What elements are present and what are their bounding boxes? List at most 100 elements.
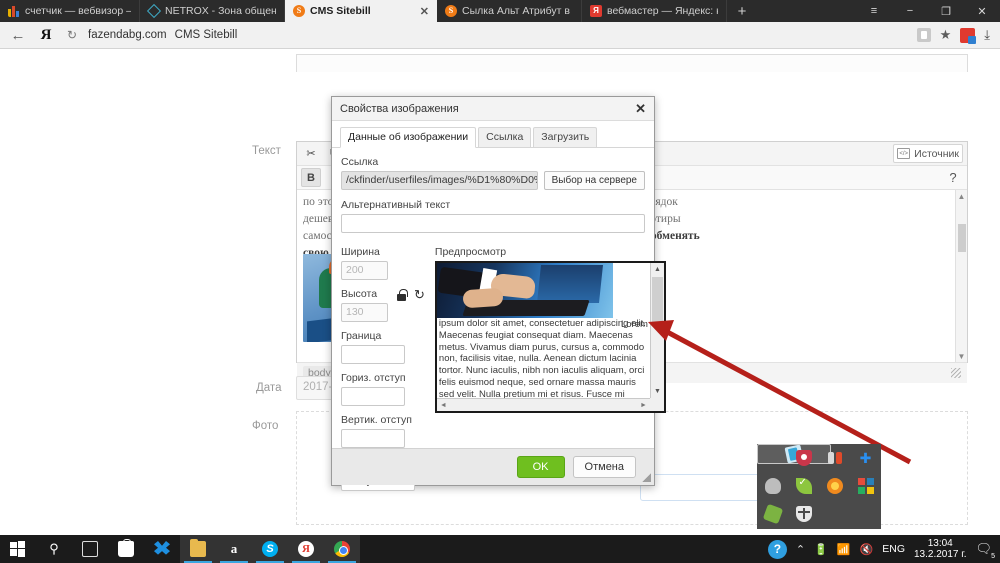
browser-tab-1-label: счетчик — вебвизор — Ян xyxy=(25,5,131,17)
volume-icon[interactable]: 🔇 xyxy=(860,543,874,556)
download-icon[interactable]: ⤓ xyxy=(984,27,990,43)
lock-ratio-icon[interactable] xyxy=(396,289,408,301)
vspace-input[interactable] xyxy=(341,429,405,448)
window-close-button[interactable]: ✕ xyxy=(964,0,1000,22)
start-button[interactable] xyxy=(0,535,36,563)
amazon-button[interactable]: a xyxy=(216,535,252,563)
preview-scroll-right-icon[interactable]: ► xyxy=(640,402,647,409)
dimensions-row: Ширина 200 Высота 130 ↻ xyxy=(341,246,425,330)
tray-item-green-app[interactable] xyxy=(757,500,788,528)
yandex-browser-button[interactable]: Я xyxy=(288,535,324,563)
width-label: Ширина xyxy=(341,246,380,258)
tray-flyout-panel: ✚ xyxy=(757,444,881,529)
preview-vertical-scrollbar[interactable]: ▲ ▼ xyxy=(649,263,664,398)
editor-scroll-thumb[interactable] xyxy=(958,224,966,252)
tray-item-office[interactable] xyxy=(850,472,881,500)
store-icon xyxy=(118,539,134,557)
back-icon[interactable]: ← xyxy=(8,27,28,44)
reload-icon[interactable]: ↻ xyxy=(64,28,80,42)
dropbox-button[interactable] xyxy=(144,535,180,563)
tray-item-cloud[interactable] xyxy=(757,472,788,500)
store-button[interactable] xyxy=(108,535,144,563)
editor-resize-handle[interactable] xyxy=(951,368,961,378)
search-button[interactable]: ⚲ xyxy=(36,535,72,563)
reset-size-icon[interactable]: ↻ xyxy=(414,288,425,301)
hspace-input[interactable] xyxy=(341,387,405,406)
tab-upload[interactable]: Загрузить xyxy=(533,127,598,147)
browser-menu-button[interactable]: ≡ xyxy=(856,0,892,22)
browse-server-button[interactable]: Выбор на сервере xyxy=(543,171,645,190)
tray-item-defender[interactable] xyxy=(788,500,819,528)
help-icon[interactable]: ? xyxy=(767,539,787,559)
wifi-icon[interactable]: 📶 xyxy=(837,543,851,556)
tab-image-info[interactable]: Данные об изображении xyxy=(340,127,477,148)
browser-tab-3-label: CMS Sitebill xyxy=(310,5,371,17)
browser-tab-1[interactable]: счетчик — вебвизор — Ян xyxy=(0,0,140,22)
notification-icon[interactable]: 🗨 5 xyxy=(975,541,995,560)
tray-item-bluetooth[interactable]: ✚ xyxy=(850,444,881,472)
border-input[interactable] xyxy=(341,345,405,364)
amazon-icon: a xyxy=(230,541,238,556)
preview-scroll-left-icon[interactable]: ◄ xyxy=(440,402,447,409)
bookmark-star-icon[interactable]: ★ xyxy=(940,27,952,43)
task-view-button[interactable] xyxy=(72,535,108,563)
preview-scroll-thumb[interactable] xyxy=(651,277,663,323)
browser-tab-5[interactable]: Я вебмастер — Яндекс: наш xyxy=(582,0,727,22)
tray-item-flower[interactable] xyxy=(819,472,850,500)
dialog-resize-grip[interactable] xyxy=(642,473,651,482)
preview-lorem-text: ipsum dolor sit amet, consectetuer adipi… xyxy=(438,318,646,398)
dialog-close-icon[interactable]: ✕ xyxy=(635,101,646,117)
extension-icon[interactable] xyxy=(960,27,977,44)
link-input[interactable]: /ckfinder/userfiles/images/%D1%80%D0% xyxy=(341,171,538,190)
scroll-up-icon[interactable]: ▲ xyxy=(956,190,967,202)
preview-scroll-down-icon[interactable]: ▼ xyxy=(651,385,664,398)
ok-button[interactable]: OK xyxy=(516,456,565,478)
chrome-button[interactable] xyxy=(324,535,360,563)
help-icon[interactable]: ? xyxy=(943,168,963,187)
link-field-label: Ссылка xyxy=(341,156,379,168)
skype-button[interactable]: S xyxy=(252,535,288,563)
close-icon[interactable]: ✕ xyxy=(416,5,429,18)
tray-item-leaf[interactable] xyxy=(788,472,819,500)
field-label-text: Текст xyxy=(252,145,281,157)
chevron-up-icon[interactable]: ⌃ xyxy=(796,543,805,556)
bold-button[interactable]: B xyxy=(301,168,321,187)
source-button[interactable]: </> Источник xyxy=(893,144,963,163)
tray-item-usb[interactable] xyxy=(819,444,850,472)
tab-link[interactable]: Ссылка xyxy=(478,127,532,147)
clock[interactable]: 13:04 13.2.2017 г. xyxy=(914,538,966,560)
minimize-button[interactable]: − xyxy=(892,0,928,22)
urlbar-actions: ★ ⤓ xyxy=(916,27,992,44)
alt-text-input[interactable] xyxy=(341,214,645,233)
hspace-group: Гориз. отступ xyxy=(341,372,425,406)
width-input[interactable]: 200 xyxy=(341,261,388,280)
diamond-favicon xyxy=(148,5,160,17)
editor-vertical-scrollbar[interactable]: ▲ ▼ xyxy=(955,190,967,362)
new-tab-button[interactable]: + xyxy=(727,0,757,22)
preview-horizontal-scrollbar[interactable]: ◄ ► xyxy=(436,398,650,411)
height-input[interactable]: 130 xyxy=(341,303,388,322)
skype-icon: S xyxy=(262,541,278,557)
battery-icon[interactable]: 🔋 xyxy=(814,543,828,556)
browser-tab-3-active[interactable]: S CMS Sitebill ✕ xyxy=(285,0,437,22)
cancel-button[interactable]: Отмена xyxy=(572,456,636,478)
cut-icon[interactable]: ✂ xyxy=(301,144,321,163)
maximize-button[interactable]: ❐ xyxy=(928,0,964,22)
dialog-titlebar[interactable]: Свойства изображения ✕ xyxy=(332,97,654,121)
clock-date: 13.2.2017 г. xyxy=(914,549,967,560)
scroll-down-icon[interactable]: ▼ xyxy=(956,350,967,362)
url-page-title[interactable]: CMS Sitebill xyxy=(175,29,238,41)
browser-tab-4[interactable]: S Сылка Альт Атрибут в адм xyxy=(437,0,582,22)
language-indicator[interactable]: ENG xyxy=(882,543,905,555)
vspace-group: Вертик. отступ xyxy=(341,414,425,448)
cloud-icon xyxy=(764,478,781,494)
preview-scroll-up-icon[interactable]: ▲ xyxy=(651,263,664,276)
file-explorer-button[interactable] xyxy=(180,535,216,563)
lock-icon[interactable] xyxy=(916,28,931,42)
sitebill-favicon: S xyxy=(445,5,457,17)
preview-scroll-corner xyxy=(649,398,664,411)
yandex-logo-icon[interactable]: Я xyxy=(36,27,56,44)
url-host[interactable]: fazendabg.com xyxy=(88,29,167,41)
search-icon: ⚲ xyxy=(49,541,59,556)
browser-tab-2[interactable]: NETROX - Зона общения xyxy=(140,0,285,22)
